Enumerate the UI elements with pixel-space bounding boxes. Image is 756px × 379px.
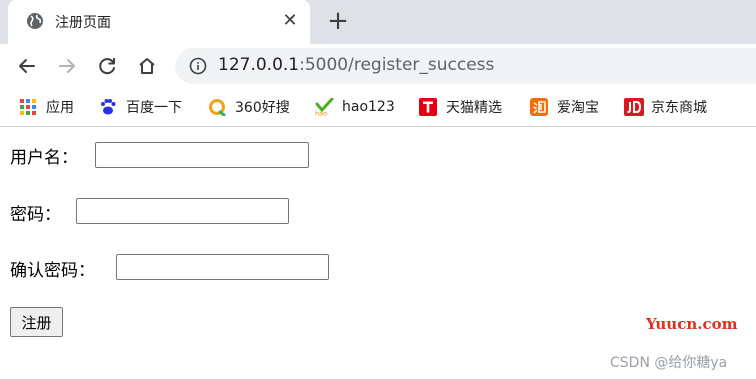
jd-icon: [624, 98, 644, 116]
tmall-icon: [419, 98, 437, 116]
browser-toolbar: 127.0.0.1:5000/register_success: [0, 44, 756, 88]
site-info-icon[interactable]: [189, 57, 207, 75]
apps-grid-icon: [19, 98, 37, 116]
bookmark-label: 天猫精选: [446, 100, 502, 116]
bookmarks-bar: 应用 百度一下 360好搜 hao hao123 天猫精选 爱淘宝 京东商城: [0, 88, 756, 127]
bookmark-label: hao123: [342, 99, 395, 115]
bookmark-tmall[interactable]: 天猫精选: [419, 96, 502, 118]
globe-icon: [26, 12, 44, 30]
author-watermark: CSDN @给你糖ya: [610, 355, 728, 371]
bookmark-360[interactable]: 360好搜: [208, 96, 290, 118]
password-input[interactable]: [76, 198, 289, 224]
bookmark-hao123[interactable]: hao hao123: [315, 96, 395, 118]
bookmark-baidu[interactable]: 百度一下: [99, 96, 182, 118]
bookmark-jd[interactable]: 京东商城: [624, 96, 707, 118]
url-host: 127.0.0.1: [218, 55, 300, 75]
bookmark-taobao[interactable]: 爱淘宝: [530, 96, 599, 118]
username-input[interactable]: [95, 142, 309, 168]
bookmark-label: 百度一下: [126, 100, 182, 116]
new-tab-button[interactable]: +: [326, 8, 350, 34]
hao123-icon: hao: [315, 97, 334, 118]
password-label: 密码：: [10, 205, 61, 225]
url-path: :5000/register_success: [299, 55, 495, 75]
confirm-password-input[interactable]: [116, 254, 329, 280]
register-button[interactable]: 注册: [10, 307, 63, 337]
confirm-password-label: 确认密码：: [10, 261, 95, 281]
back-arrow-icon[interactable]: [13, 52, 41, 80]
tab-close-icon[interactable]: ✕: [280, 11, 300, 31]
bookmark-label: 爱淘宝: [557, 100, 599, 116]
username-label: 用户名：: [10, 148, 78, 168]
taobao-icon: [530, 98, 548, 116]
svg-text:hao: hao: [315, 110, 327, 117]
reload-icon[interactable]: [93, 52, 121, 80]
forward-arrow-icon[interactable]: [53, 52, 81, 80]
address-bar[interactable]: 127.0.0.1:5000/register_success: [175, 48, 756, 84]
bookmark-apps[interactable]: 应用: [19, 96, 74, 118]
bookmark-label: 应用: [46, 100, 74, 116]
baidu-paw-icon: [99, 98, 117, 116]
so360-icon: [208, 98, 226, 117]
page-content: 用户名： 密码： 确认密码： 注册 Yuucn.com CSDN @给你糖ya: [0, 129, 756, 379]
site-watermark: Yuucn.com: [646, 315, 738, 333]
tab-strip: 注册页面 ✕ +: [0, 0, 756, 44]
home-icon[interactable]: [133, 52, 161, 80]
bookmark-label: 360好搜: [235, 100, 290, 116]
bookmark-label: 京东商城: [651, 100, 707, 116]
tab-active[interactable]: 注册页面 ✕: [8, 0, 310, 44]
tab-title: 注册页面: [55, 15, 111, 31]
url-text[interactable]: 127.0.0.1:5000/register_success: [218, 55, 494, 75]
